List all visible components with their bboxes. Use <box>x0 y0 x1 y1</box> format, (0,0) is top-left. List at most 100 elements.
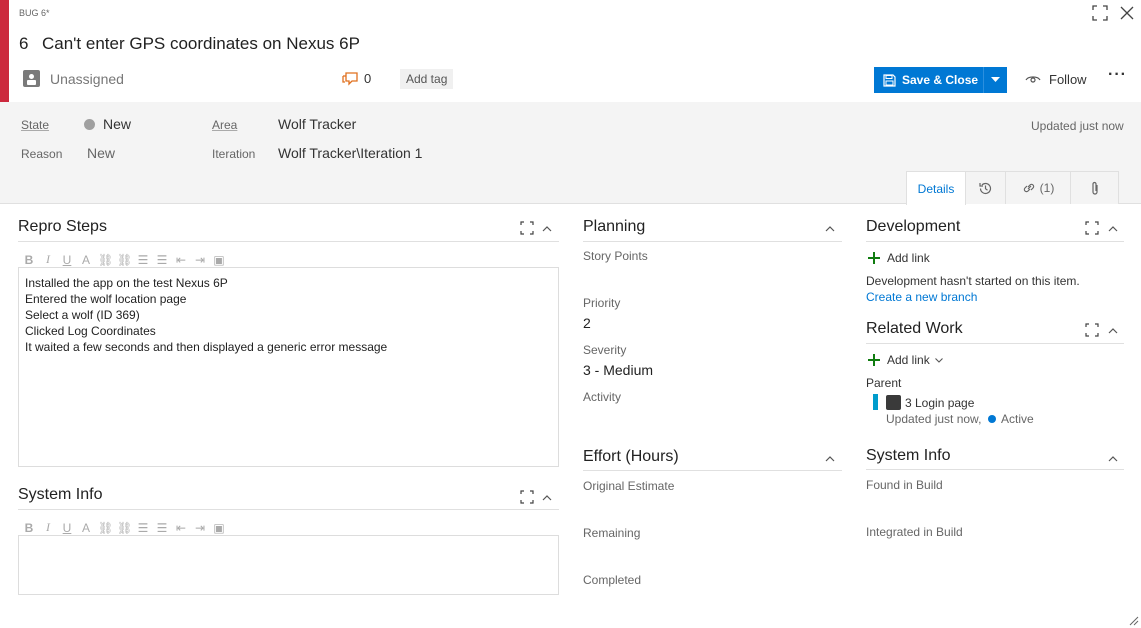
planning-title: Planning <box>583 218 646 235</box>
remaining-field[interactable] <box>583 542 842 564</box>
more-actions-button[interactable]: ··· <box>1108 66 1127 84</box>
tab-links[interactable]: (1) <box>1005 171 1071 204</box>
parent-work-item-link[interactable]: 3 Login page <box>905 396 974 410</box>
collapse-chevron-icon[interactable] <box>542 223 552 235</box>
save-icon <box>883 73 896 87</box>
collapse-chevron-icon[interactable] <box>825 223 835 235</box>
plus-icon <box>868 252 880 264</box>
assignee-picker[interactable]: Unassigned <box>23 70 124 87</box>
system-info-title: System Info <box>18 486 103 503</box>
repro-steps-title: Repro Steps <box>18 218 107 235</box>
follow-button[interactable]: Follow <box>1025 72 1087 87</box>
add-tag-button[interactable]: Add tag <box>400 69 454 89</box>
hyperlink-icon[interactable]: ⛓ <box>98 521 113 535</box>
collapse-chevron-icon[interactable] <box>1108 223 1118 235</box>
numbered-list-icon[interactable]: ☰ <box>155 253 169 267</box>
remove-link-icon[interactable]: ⛓ <box>117 521 132 535</box>
italic-icon[interactable]: I <box>41 252 55 267</box>
priority-field[interactable]: 2 <box>583 315 591 331</box>
activity-label: Activity <box>583 390 622 404</box>
save-and-close-label: Save & Close <box>902 73 979 87</box>
links-count: (1) <box>1039 181 1055 195</box>
iteration-field[interactable]: Wolf Tracker\Iteration 1 <box>278 145 422 161</box>
unassigned-avatar-icon <box>23 70 40 87</box>
decrease-indent-icon[interactable]: ⇤ <box>174 253 188 267</box>
rich-text-toolbar: B I U A ⛓ ⛓ ☰ ☰ ⇤ ⇥ ▣ <box>22 252 226 267</box>
repro-steps-editor[interactable]: Installed the app on the test Nexus 6P E… <box>18 267 559 467</box>
activity-field[interactable] <box>583 407 842 429</box>
state-field[interactable]: New <box>84 116 131 132</box>
save-and-close-button[interactable]: Save & Close <box>874 67 1007 93</box>
tab-history[interactable] <box>965 171 1006 204</box>
work-item-type-color-bar <box>0 0 9 102</box>
expand-icon[interactable] <box>1085 323 1099 337</box>
repro-line: Entered the wolf location page <box>25 292 187 306</box>
collapse-chevron-icon[interactable] <box>1108 453 1118 465</box>
insert-image-icon[interactable]: ▣ <box>212 253 226 267</box>
expand-icon[interactable] <box>1085 221 1099 235</box>
italic-icon[interactable]: I <box>41 520 55 535</box>
hyperlink-icon[interactable]: ⛓ <box>98 253 113 267</box>
state-value: New <box>103 116 132 132</box>
plus-icon <box>868 354 880 366</box>
insert-image-icon[interactable]: ▣ <box>212 521 226 535</box>
system-info-editor[interactable] <box>18 535 559 595</box>
repro-line: Clicked Log Coordinates <box>25 324 156 338</box>
close-icon[interactable] <box>1119 5 1135 21</box>
state-dot-icon <box>84 119 95 130</box>
area-field[interactable]: Wolf Tracker <box>278 116 356 132</box>
reason-label: Reason <box>21 147 63 161</box>
tab-attachments[interactable] <box>1070 171 1119 204</box>
reason-field[interactable]: New <box>87 145 115 161</box>
comments-count-button[interactable]: 0 <box>342 71 371 86</box>
bullet-list-icon[interactable]: ☰ <box>136 253 150 267</box>
expand-icon[interactable] <box>520 221 534 235</box>
highlight-icon[interactable]: A <box>79 253 93 267</box>
work-item-type-color-bar <box>873 394 878 410</box>
severity-field[interactable]: 3 - Medium <box>583 362 653 378</box>
development-add-link-button[interactable]: Add link <box>868 251 930 265</box>
collapse-chevron-icon[interactable] <box>825 453 835 465</box>
bold-icon[interactable]: B <box>22 521 36 535</box>
expand-icon[interactable] <box>520 490 534 504</box>
original-estimate-field[interactable] <box>583 495 842 517</box>
remove-link-icon[interactable]: ⛓ <box>117 253 132 267</box>
divider <box>583 241 842 242</box>
priority-label: Priority <box>583 296 621 310</box>
work-item-title[interactable]: Can't enter GPS coordinates on Nexus 6P <box>42 34 360 54</box>
comment-count: 0 <box>364 71 372 86</box>
history-icon <box>979 182 992 194</box>
divider <box>18 241 559 242</box>
bullet-list-icon[interactable]: ☰ <box>136 521 150 535</box>
increase-indent-icon[interactable]: ⇥ <box>193 253 207 267</box>
effort-title: Effort (Hours) <box>583 448 679 465</box>
tab-details[interactable]: Details <box>906 171 966 205</box>
related-work-title: Related Work <box>866 320 963 337</box>
bold-icon[interactable]: B <box>22 253 36 267</box>
work-item-tabs: Details (1) <box>906 171 1119 205</box>
repro-line: Installed the app on the test Nexus 6P <box>25 276 228 290</box>
highlight-icon[interactable]: A <box>79 521 93 535</box>
completed-field[interactable] <box>583 589 842 611</box>
divider <box>866 241 1124 242</box>
found-in-build-field[interactable] <box>866 494 1124 516</box>
story-points-field[interactable] <box>583 266 842 288</box>
create-branch-link[interactable]: Create a new branch <box>866 290 977 304</box>
related-add-link-button[interactable]: Add link <box>868 353 943 367</box>
system-info-title: System Info <box>866 447 951 464</box>
updated-timestamp[interactable]: Updated just now <box>1031 119 1124 133</box>
underline-icon[interactable]: U <box>60 521 74 535</box>
increase-indent-icon[interactable]: ⇥ <box>193 521 207 535</box>
integrated-in-build-label: Integrated in Build <box>866 525 963 539</box>
collapse-chevron-icon[interactable] <box>542 492 552 504</box>
numbered-list-icon[interactable]: ☰ <box>155 521 169 535</box>
decrease-indent-icon[interactable]: ⇤ <box>174 521 188 535</box>
chevron-down-icon <box>934 357 943 363</box>
save-options-dropdown[interactable] <box>983 67 1007 93</box>
collapse-chevron-icon[interactable] <box>1108 325 1118 337</box>
caret-down-icon <box>991 77 1000 82</box>
integrated-in-build-field[interactable] <box>866 541 1124 563</box>
maximize-icon[interactable] <box>1092 5 1108 21</box>
underline-icon[interactable]: U <box>60 253 74 267</box>
resize-grip-icon[interactable] <box>1127 614 1139 626</box>
